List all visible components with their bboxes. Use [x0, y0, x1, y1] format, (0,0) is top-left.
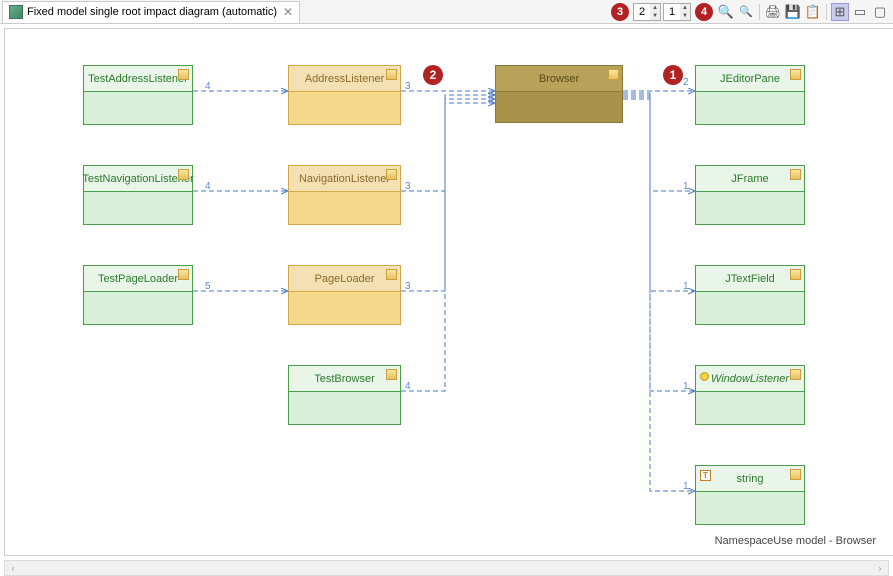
- node-label: string: [737, 473, 764, 485]
- footer-note: NamespaceUse model - Browser: [715, 535, 876, 547]
- badge-3: 3: [611, 3, 629, 21]
- separator: [759, 4, 760, 20]
- node-testAddressListener[interactable]: TestAddressListener: [83, 65, 193, 125]
- edge-label: 1: [683, 381, 689, 392]
- edge-label: 4: [205, 81, 211, 92]
- tab-diagram[interactable]: Fixed model single root impact diagram (…: [2, 1, 300, 23]
- class-icon: [178, 269, 189, 280]
- node-browser[interactable]: Browser: [495, 65, 623, 123]
- grid-icon[interactable]: ⊞: [831, 3, 849, 21]
- node-label: JFrame: [731, 173, 768, 185]
- node-navigationListener[interactable]: NavigationListener: [288, 165, 401, 225]
- spinner-input-a[interactable]: [634, 6, 650, 18]
- node-windowListener[interactable]: WindowListener: [695, 365, 805, 425]
- node-addressListener[interactable]: AddressListener: [288, 65, 401, 125]
- toolbar-right: 3 ▲▼ ▲▼ 4 🔍 🔍 🖨 💾 📋 ⊞ ▭ ▢: [609, 3, 893, 21]
- edge-label: 4: [205, 181, 211, 192]
- node-jFrame[interactable]: JFrame: [695, 165, 805, 225]
- zoom-out-icon[interactable]: 🔍: [737, 3, 755, 21]
- node-jEditorPane[interactable]: JEditorPane: [695, 65, 805, 125]
- diagram-badge-2: 2: [423, 65, 443, 85]
- class-icon: [790, 269, 801, 280]
- node-testNavigationListener[interactable]: TestNavigationListener: [83, 165, 193, 225]
- node-label: TestPageLoader: [98, 273, 178, 285]
- zoom-in-icon[interactable]: 🔍: [717, 3, 735, 21]
- separator: [826, 4, 827, 20]
- class-icon: [790, 169, 801, 180]
- edge-label: 4: [405, 381, 411, 392]
- node-label: TestAddressListener: [88, 73, 188, 85]
- spinner-buttons[interactable]: ▲▼: [650, 4, 660, 20]
- node-label: JEditorPane: [720, 73, 780, 85]
- class-icon: [386, 269, 397, 280]
- diagram-icon: [9, 5, 23, 19]
- toolbar: Fixed model single root impact diagram (…: [0, 0, 893, 24]
- class-icon: [608, 69, 619, 80]
- spinner-left[interactable]: ▲▼: [633, 3, 661, 21]
- class-icon: [790, 369, 801, 380]
- edge-label: 1: [683, 481, 689, 492]
- badge-4: 4: [695, 3, 713, 21]
- node-string[interactable]: Tstring: [695, 465, 805, 525]
- node-label: AddressListener: [305, 73, 385, 85]
- class-icon: [790, 69, 801, 80]
- class-icon: [790, 469, 801, 480]
- diagram-canvas[interactable]: TestAddressListener TestNavigationListen…: [4, 28, 893, 556]
- node-label: WindowListener: [711, 373, 789, 385]
- dot-icon: [700, 372, 709, 381]
- maximize-icon[interactable]: ▢: [871, 3, 889, 21]
- class-icon: [386, 69, 397, 80]
- class-icon: [386, 169, 397, 180]
- node-label: PageLoader: [315, 273, 375, 285]
- edge-label: 3: [405, 181, 411, 192]
- spinner-right[interactable]: ▲▼: [663, 3, 691, 21]
- tab-title: Fixed model single root impact diagram (…: [27, 6, 277, 18]
- class-icon: [386, 369, 397, 380]
- print-icon[interactable]: 🖨: [764, 3, 782, 21]
- node-pageLoader[interactable]: PageLoader: [288, 265, 401, 325]
- type-icon: T: [700, 470, 711, 481]
- node-label: Browser: [539, 73, 579, 85]
- save-icon[interactable]: 💾: [784, 3, 802, 21]
- node-label: JTextField: [725, 273, 775, 285]
- node-testBrowser[interactable]: TestBrowser: [288, 365, 401, 425]
- class-icon: [178, 69, 189, 80]
- diagram-badge-1: 1: [663, 65, 683, 85]
- minimize-icon[interactable]: ▭: [851, 3, 869, 21]
- spinner-input-b[interactable]: [664, 6, 680, 18]
- horizontal-scrollbar[interactable]: [4, 560, 889, 576]
- close-icon[interactable]: ✕: [283, 5, 293, 19]
- copy-icon[interactable]: 📋: [804, 3, 822, 21]
- edge-label: 3: [405, 281, 411, 292]
- edge-label: 2: [683, 77, 689, 88]
- class-icon: [178, 169, 189, 180]
- node-label: NavigationListener: [299, 173, 390, 185]
- node-label: TestBrowser: [314, 373, 375, 385]
- edge-label: 1: [683, 281, 689, 292]
- node-jTextField[interactable]: JTextField: [695, 265, 805, 325]
- edge-label: 1: [683, 181, 689, 192]
- node-testPageLoader[interactable]: TestPageLoader: [83, 265, 193, 325]
- edge-label: 5: [205, 281, 211, 292]
- spinner-buttons[interactable]: ▲▼: [680, 4, 690, 20]
- node-label: TestNavigationListener: [82, 173, 193, 185]
- edge-label: 3: [405, 81, 411, 92]
